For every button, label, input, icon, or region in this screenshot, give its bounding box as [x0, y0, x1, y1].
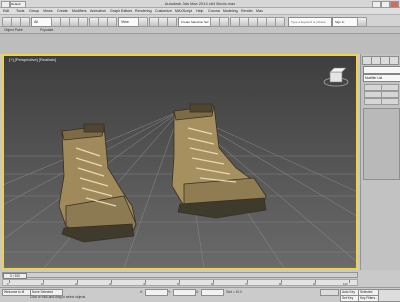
reference-coordinate-dropdown[interactable]: View: [118, 17, 140, 27]
menu-render[interactable]: Render: [241, 9, 253, 13]
modifier-button[interactable]: [381, 91, 399, 98]
prompt-line: Click or click-and-drag to select object…: [30, 295, 86, 299]
selection-filter-dropdown[interactable]: All: [31, 17, 53, 27]
menu-views[interactable]: Views: [43, 9, 53, 13]
viewport-label[interactable]: [+] [Perspective] [Realistic]: [9, 57, 56, 62]
modifier-button[interactable]: [364, 84, 382, 91]
timeline-tick-label: 40: [143, 282, 147, 286]
close-icon[interactable]: [390, 1, 399, 8]
search-input[interactable]: Type a keyword or phrase: [288, 17, 332, 27]
link-icon[interactable]: [20, 17, 30, 27]
z-coordinate-field[interactable]: [201, 289, 224, 296]
timeline-tick-label: 60: [211, 282, 215, 286]
right-boot: [171, 103, 267, 219]
key-filters-button[interactable]: Key Filters...: [358, 295, 379, 302]
menu-group[interactable]: Group: [29, 9, 39, 13]
set-key-button[interactable]: Set Key: [340, 295, 359, 302]
named-selection-set-dropdown[interactable]: Create Selection Set: [178, 17, 212, 27]
viewport-scene: [4, 67, 356, 268]
command-panel: Modifier List: [360, 54, 400, 270]
menu-create[interactable]: Create: [57, 9, 68, 13]
perspective-viewport[interactable]: [+] [Perspective] [Realistic]: [2, 54, 358, 270]
main-toolbar: All View Create Selection Set Type a key…: [0, 15, 400, 27]
ribbon-bar: Object Paint Populate: [0, 27, 400, 34]
title-bar: Default Autodesk 3ds Max 2014 x64 Boots.…: [0, 0, 400, 8]
modifier-button[interactable]: [381, 84, 399, 91]
menu-max[interactable]: Max: [256, 9, 263, 13]
timeline-tick-label: 0: [7, 282, 9, 286]
render-icon[interactable]: [275, 17, 285, 27]
left-boot: [58, 123, 137, 243]
x-label: X:: [140, 290, 144, 294]
x-coordinate-field[interactable]: [145, 289, 168, 296]
sign-in-button[interactable]: Sign In: [332, 17, 358, 27]
status-bar: Welcome to M None Selected Click or clic…: [0, 287, 400, 302]
timeline-tick-label: 10: [41, 282, 45, 286]
timeline-tick-label: 80: [279, 282, 283, 286]
percent-snap-icon[interactable]: [167, 17, 177, 27]
maximize-icon[interactable]: [381, 1, 390, 8]
pivot-icon[interactable]: [138, 17, 148, 27]
ribbon-panel: [0, 34, 400, 54]
timeline-tick-label: 20: [75, 282, 79, 286]
app-menu-icon[interactable]: [1, 1, 10, 8]
modifier-stack[interactable]: [363, 108, 400, 180]
menu-bar: Edit Tools Group Views Create Modifiers …: [0, 8, 400, 15]
object-name-field[interactable]: [363, 66, 400, 74]
menu-help[interactable]: Help: [196, 9, 203, 13]
menu-customize[interactable]: Customize: [155, 9, 172, 13]
maxscript-listener-field[interactable]: Welcome to M: [2, 289, 31, 296]
menu-animation[interactable]: Animation: [90, 9, 106, 13]
menu-edit[interactable]: Edit: [3, 9, 9, 13]
z-label: Z:: [196, 290, 199, 294]
window-crossing-icon[interactable]: [78, 17, 88, 27]
grid-size: Grid = 10.0: [226, 290, 242, 294]
menu-modeling[interactable]: Modeling: [223, 9, 238, 13]
menu-tools[interactable]: Tools: [16, 9, 24, 13]
play-controls[interactable]: [320, 289, 339, 296]
track-bar[interactable]: 0 10 20 30 40 50 60 70 80 90 100: [2, 279, 358, 286]
menu-maxscript[interactable]: MAXScript: [175, 9, 192, 13]
window-title: Autodesk 3ds Max 2014 x64 Boots.max: [164, 1, 236, 6]
timeline-tick-label: 30: [109, 282, 113, 286]
modifier-button[interactable]: [381, 98, 399, 105]
ribbon-tab-populate[interactable]: Populate: [40, 28, 53, 32]
timeline-tick: [349, 280, 350, 283]
align-icon[interactable]: [219, 17, 229, 27]
menu-rendering[interactable]: Rendering: [135, 9, 152, 13]
scale-icon[interactable]: [107, 17, 117, 27]
motion-tab-icon[interactable]: [389, 56, 399, 65]
y-coordinate-field[interactable]: [173, 289, 196, 296]
ribbon-tab-object-paint[interactable]: Object Paint: [4, 28, 22, 32]
modifier-list-dropdown[interactable]: Modifier List: [363, 74, 400, 82]
menu-modifiers[interactable]: Modifiers: [72, 9, 87, 13]
modifier-button[interactable]: [364, 98, 382, 105]
menu-corona[interactable]: Corona: [208, 9, 220, 13]
y-label: Y:: [168, 290, 171, 294]
timeline-tick-label: 100: [343, 282, 348, 286]
timeline-tick-label: 70: [245, 282, 249, 286]
workspace-dropdown[interactable]: Default: [10, 1, 26, 8]
timeline-tick-label: 90: [313, 282, 317, 286]
viewport-navigation-controls[interactable]: [378, 289, 400, 302]
modifier-button[interactable]: [364, 91, 382, 98]
menu-graph-editors[interactable]: Graph Editors: [110, 9, 132, 13]
minimize-icon[interactable]: [372, 1, 381, 8]
help-icon[interactable]: [357, 17, 367, 27]
time-slider[interactable]: 0 / 100: [2, 272, 358, 279]
timeline-tick-label: 50: [177, 282, 181, 286]
viewcube-icon: [323, 67, 349, 87]
timeline-tick: [9, 280, 10, 283]
